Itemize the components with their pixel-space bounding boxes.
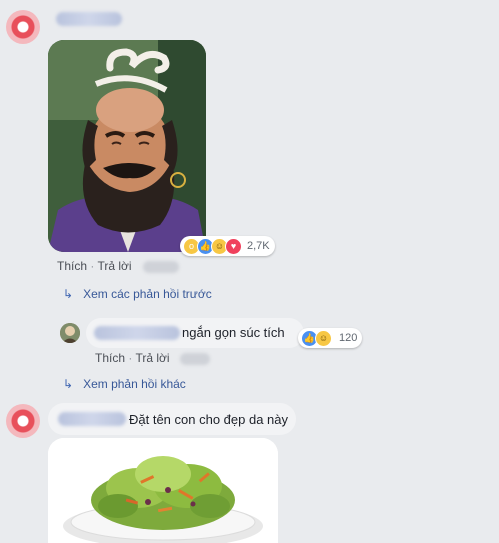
reply-reaction-count: 120 <box>339 332 358 344</box>
like-link[interactable]: Thích <box>57 259 87 273</box>
haha-icon: ☺ <box>315 329 332 347</box>
comment-photo[interactable] <box>48 40 206 252</box>
view-more-replies[interactable]: ↳ Xem phản hồi khác <box>63 377 186 391</box>
reaction-count: 2,7K <box>247 240 270 252</box>
timestamp-blurred <box>180 353 210 365</box>
view-previous-replies[interactable]: ↳ Xem các phản hồi trước <box>63 287 212 301</box>
reply-arrow-icon: ↳ <box>63 287 74 301</box>
comment-actions: Thích · Trả lời <box>57 259 132 273</box>
user-photo-icon <box>60 323 80 343</box>
reply-bubble: ngắn gọn súc tích <box>86 318 304 348</box>
reply-link[interactable]: Trả lời <box>97 259 131 273</box>
reply-avatar[interactable] <box>60 323 80 343</box>
comment-reactions[interactable]: o 👍 ☺ ♥ 2,7K <box>180 236 275 256</box>
reply-actions: Thích · Trả lời <box>95 351 170 365</box>
like-link[interactable]: Thích <box>95 351 125 365</box>
character-portrait-image <box>48 40 206 252</box>
reply-reactions[interactable]: 👍 ☺ 120 <box>298 328 363 348</box>
salad-plate-image <box>48 438 278 543</box>
commenter-avatar[interactable] <box>6 404 40 438</box>
commenter-name-blurred[interactable] <box>58 412 126 426</box>
comment-photo[interactable] <box>48 438 278 543</box>
comment-text: Đặt tên con cho đẹp da này <box>129 412 289 427</box>
timestamp-blurred <box>143 261 179 273</box>
commenter-avatar[interactable] <box>6 10 40 44</box>
reply-text: ngắn gọn súc tích <box>182 325 285 340</box>
reply-author-blurred[interactable] <box>94 326 180 340</box>
love-icon: ♥ <box>225 237 242 255</box>
commenter-name-blurred[interactable] <box>56 12 122 26</box>
comment-bubble: Đặt tên con cho đẹp da này <box>48 403 296 435</box>
reply-link[interactable]: Trả lời <box>135 351 169 365</box>
reply-arrow-icon: ↳ <box>63 377 74 391</box>
